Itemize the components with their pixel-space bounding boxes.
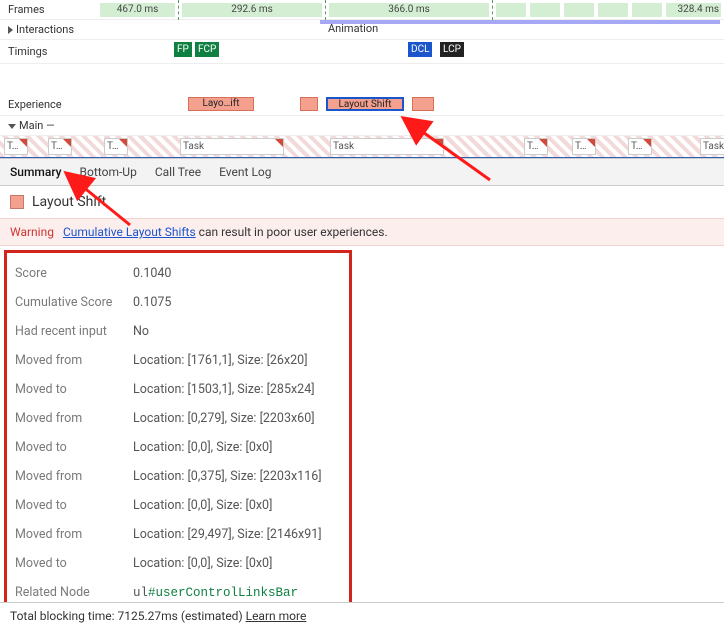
timing-chip-lcp[interactable]: LCP <box>440 42 464 57</box>
frame-block[interactable] <box>632 3 662 17</box>
warning-row: Warning Cumulative Layout Shifts can res… <box>0 218 724 246</box>
related-node-link[interactable]: ul#userControlLinksBar <box>133 585 298 600</box>
task-chip[interactable]: T… <box>48 138 72 155</box>
detail-row: Moved fromLocation: [1761,1], Size: [26x… <box>15 346 341 375</box>
warning-link[interactable]: Cumulative Layout Shifts <box>63 225 196 239</box>
learn-more-link[interactable]: Learn more <box>246 609 307 623</box>
frames-track: Frames 467.0 ms 292.6 ms 366.0 ms 328.4 … <box>0 0 724 20</box>
main-tasks-row[interactable]: T… T… T… Task Task T… T… T… Task <box>0 136 724 158</box>
layout-shift-chip[interactable]: Layo…ift <box>188 97 254 111</box>
task-chip[interactable]: T… <box>104 138 128 155</box>
task-chip[interactable]: Task <box>700 138 724 155</box>
task-chip[interactable]: Task <box>330 138 444 155</box>
experience-content: Layo…ift Layout Shift <box>100 94 724 115</box>
timing-chip-dcl[interactable]: DCL <box>408 42 432 57</box>
layout-shift-chip[interactable] <box>412 97 434 111</box>
main-track-header: Main — <box>0 116 724 136</box>
layout-shift-title: Layout Shift <box>32 194 106 210</box>
task-chip[interactable]: Task <box>180 138 284 155</box>
frame-block[interactable] <box>530 3 560 17</box>
details-tabbar: Summary Bottom-Up Call Tree Event Log <box>0 159 724 186</box>
experience-track: Experience Layo…ift Layout Shift <box>0 94 724 116</box>
timings-track: Timings FP FCP DCL LCP <box>0 40 724 64</box>
detail-row: Score0.1040 <box>15 259 341 288</box>
tab-bottom-up[interactable]: Bottom-Up <box>80 165 137 179</box>
interactions-label: Interactions <box>0 23 100 36</box>
frame-block[interactable] <box>564 3 594 17</box>
layout-shift-heading: Layout Shift <box>0 186 724 218</box>
layout-shift-chip[interactable] <box>300 97 318 111</box>
experience-label: Experience <box>0 98 100 111</box>
spacer-row <box>0 64 724 94</box>
frame-block[interactable] <box>496 3 526 17</box>
frame-block[interactable] <box>598 3 628 17</box>
frame-block[interactable]: 366.0 ms <box>329 3 489 17</box>
interactions-track: Interactions Animation <box>0 20 724 40</box>
detail-row: Moved fromLocation: [0,375], Size: [2203… <box>15 462 341 491</box>
warning-text: can result in poor user experiences. <box>196 225 388 239</box>
detail-row: Had recent inputNo <box>15 317 341 346</box>
animation-bar[interactable] <box>320 20 720 24</box>
task-chip[interactable]: T… <box>572 138 596 155</box>
warning-label: Warning <box>10 225 54 239</box>
timeline-tracks: Frames 467.0 ms 292.6 ms 366.0 ms 328.4 … <box>0 0 724 159</box>
layout-shift-chip-selected[interactable]: Layout Shift <box>326 97 404 111</box>
detail-row: Moved toLocation: [0,0], Size: [0x0] <box>15 433 341 462</box>
tab-event-log[interactable]: Event Log <box>219 165 271 179</box>
detail-row: Moved toLocation: [1503,1], Size: [285x2… <box>15 375 341 404</box>
footer-bar: Total blocking time: 7125.27ms (estimate… <box>0 602 724 629</box>
details-panel: Score0.1040 Cumulative Score0.1075 Had r… <box>4 250 352 620</box>
animation-label: Animation <box>328 22 378 35</box>
caret-down-icon <box>8 124 16 129</box>
frames-content: 467.0 ms 292.6 ms 366.0 ms 328.4 ms <box>100 0 724 19</box>
frame-block[interactable]: 328.4 ms <box>666 3 721 17</box>
task-chip[interactable]: T… <box>628 138 652 155</box>
timing-chip-fp[interactable]: FP <box>174 42 192 57</box>
task-chip[interactable]: T… <box>4 138 28 155</box>
detail-row: Moved toLocation: [0,0], Size: [0x0] <box>15 549 341 578</box>
timings-label: Timings <box>0 45 100 58</box>
detail-row: Cumulative Score0.1075 <box>15 288 341 317</box>
detail-row: Moved fromLocation: [0,279], Size: [2203… <box>15 404 341 433</box>
timing-chip-fcp[interactable]: FCP <box>195 42 219 57</box>
detail-row: Moved toLocation: [0,0], Size: [0x0] <box>15 491 341 520</box>
main-label[interactable]: Main — <box>0 119 100 132</box>
footer-text: Total blocking time: 7125.27ms (estimate… <box>10 609 246 623</box>
layout-shift-swatch-icon <box>10 195 24 209</box>
timings-content: FP FCP DCL LCP <box>100 40 724 63</box>
tab-summary[interactable]: Summary <box>10 165 62 179</box>
frame-block[interactable]: 292.6 ms <box>182 3 322 17</box>
frames-label: Frames <box>0 3 100 16</box>
task-chip[interactable]: T… <box>524 138 548 155</box>
interactions-content: Animation <box>100 20 724 39</box>
caret-icon[interactable] <box>8 26 13 34</box>
tab-call-tree[interactable]: Call Tree <box>155 165 201 179</box>
frame-block[interactable]: 467.0 ms <box>100 3 175 17</box>
detail-row: Moved fromLocation: [29,497], Size: [214… <box>15 520 341 549</box>
